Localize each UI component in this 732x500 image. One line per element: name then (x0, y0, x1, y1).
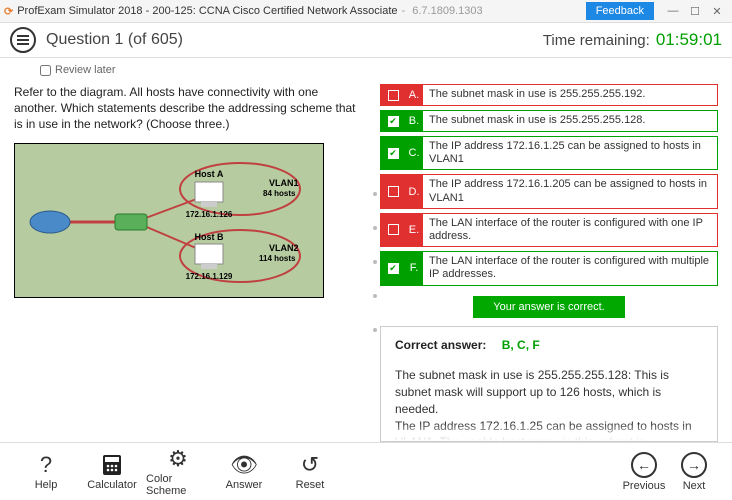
option-checkbox[interactable] (381, 85, 405, 105)
host-a-label: Host A (195, 169, 224, 179)
correct-answer-value: B, C, F (502, 338, 540, 352)
option-text: The IP address 172.16.1.25 can be assign… (423, 137, 717, 169)
calculator-button[interactable]: Calculator (80, 453, 144, 491)
gear-icon: ⚙ (168, 447, 188, 471)
review-later-label: Review later (55, 64, 116, 76)
correct-answer-label: Correct answer: (395, 338, 486, 352)
next-button[interactable]: →Next (670, 452, 718, 492)
option-checkbox[interactable]: ✔ (381, 252, 405, 284)
result-message: Your answer is correct. (473, 296, 624, 318)
option-D[interactable]: D.The IP address 172.16.1.205 can be ass… (380, 174, 718, 208)
option-letter: F. (405, 252, 423, 284)
vlan2-label: VLAN2 (269, 243, 299, 253)
question-counter: Question 1 (of 605) (46, 31, 183, 49)
reset-button[interactable]: ↺Reset (278, 453, 342, 491)
vlan1-label: VLAN1 (269, 178, 299, 188)
timer-label: Time remaining: (543, 32, 650, 49)
vlan2-hosts: 114 hosts (259, 254, 296, 263)
option-text: The LAN interface of the router is confi… (423, 252, 717, 284)
eye-icon: 👁 (230, 453, 258, 477)
explanation-box: Correct answer: B, C, F The subnet mask … (380, 326, 718, 443)
option-F[interactable]: ✔F.The LAN interface of the router is co… (380, 251, 718, 285)
help-icon: ? (40, 453, 52, 477)
titlebar: ⟳ ProfExam Simulator 2018 - 200-125: CCN… (0, 0, 732, 22)
option-letter: A. (405, 85, 423, 105)
timer-value: 01:59:01 (656, 30, 722, 50)
menu-button[interactable] (10, 27, 36, 53)
review-later-checkbox[interactable] (40, 65, 51, 76)
previous-button[interactable]: ←Previous (620, 452, 668, 492)
help-button[interactable]: ?Help (14, 453, 78, 491)
option-A[interactable]: A.The subnet mask in use is 255.255.255.… (380, 84, 718, 106)
splitter[interactable] (370, 82, 380, 442)
option-text: The LAN interface of the router is confi… (423, 214, 717, 246)
question-panel: Refer to the diagram. All hosts have con… (0, 82, 370, 442)
option-E[interactable]: E.The LAN interface of the router is con… (380, 213, 718, 247)
option-letter: C. (405, 137, 423, 169)
header: Question 1 (of 605) Time remaining: 01:5… (0, 22, 732, 58)
option-C[interactable]: ✔C.The IP address 172.16.1.25 can be ass… (380, 136, 718, 170)
answer-panel: A.The subnet mask in use is 255.255.255.… (380, 82, 732, 442)
question-text: Refer to the diagram. All hosts have con… (14, 84, 360, 133)
host-b-ip: 172.16.1.129 (186, 272, 233, 281)
option-letter: D. (405, 175, 423, 207)
option-text: The subnet mask in use is 255.255.255.19… (423, 85, 717, 105)
calculator-icon (102, 453, 122, 477)
option-checkbox[interactable] (381, 175, 405, 207)
option-text: The IP address 172.16.1.205 can be assig… (423, 175, 717, 207)
minimize-button[interactable]: — (662, 5, 684, 17)
arrow-left-icon: ← (631, 452, 657, 478)
app-name: ProfExam Simulator 2018 (17, 5, 142, 17)
exam-name: 200-125: CCNA Cisco Certified Network As… (152, 5, 397, 17)
option-text: The subnet mask in use is 255.255.255.12… (423, 111, 717, 131)
host-b-label: Host B (195, 232, 225, 242)
option-letter: B. (405, 111, 423, 131)
option-checkbox[interactable]: ✔ (381, 111, 405, 131)
option-checkbox[interactable] (381, 214, 405, 246)
review-later-row: Review later (0, 58, 732, 82)
feedback-button[interactable]: Feedback (586, 2, 654, 20)
arrow-right-icon: → (681, 452, 707, 478)
color-scheme-button[interactable]: ⚙Color Scheme (146, 447, 210, 497)
host-a-ip: 172.16.1.126 (186, 210, 233, 219)
close-button[interactable]: ✕ (706, 5, 728, 18)
reset-icon: ↺ (301, 453, 319, 477)
app-logo: ⟳ (4, 5, 13, 18)
option-B[interactable]: ✔B.The subnet mask in use is 255.255.255… (380, 110, 718, 132)
explanation-text: The subnet mask in use is 255.255.255.12… (395, 367, 703, 442)
network-diagram: Host A 172.16.1.126 VLAN1 84 hosts Host … (14, 143, 324, 298)
footer-toolbar: ?Help Calculator ⚙Color Scheme 👁Answer ↺… (0, 442, 732, 500)
app-version: 6.7.1809.1303 (412, 5, 482, 17)
vlan1-hosts: 84 hosts (263, 189, 296, 198)
option-letter: E. (405, 214, 423, 246)
answer-button[interactable]: 👁Answer (212, 453, 276, 491)
option-checkbox[interactable]: ✔ (381, 137, 405, 169)
maximize-button[interactable]: ☐ (684, 5, 706, 18)
